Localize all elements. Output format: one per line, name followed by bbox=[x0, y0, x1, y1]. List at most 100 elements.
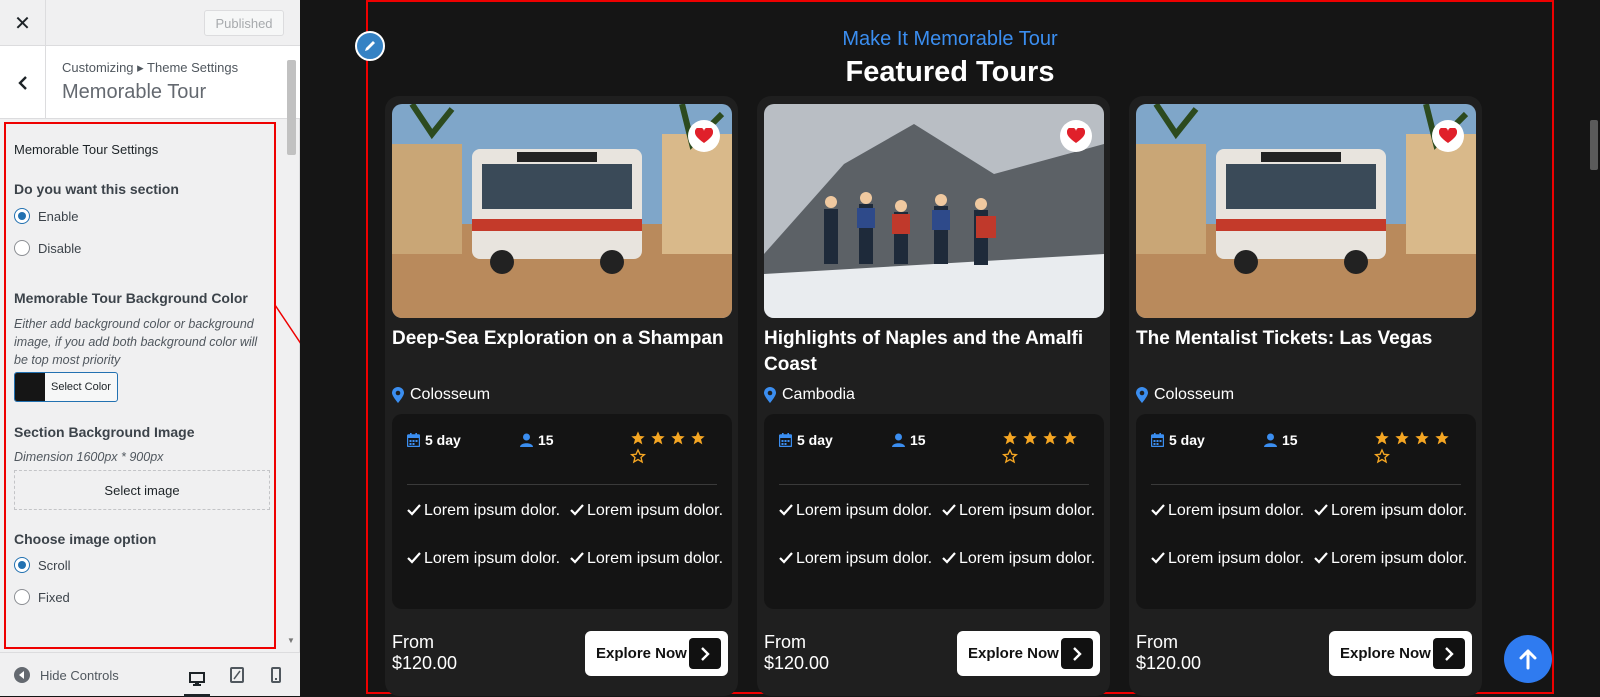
tour-card[interactable]: Highlights of Naples and the Amalfi Coas… bbox=[757, 96, 1110, 696]
enable-question: Do you want this section bbox=[14, 181, 179, 197]
radio-button[interactable] bbox=[14, 557, 30, 573]
tour-price: From $120.00 bbox=[764, 632, 829, 674]
duration: 5 day bbox=[779, 432, 833, 448]
price-label: From bbox=[392, 632, 434, 652]
preview-scrollbar[interactable] bbox=[1590, 120, 1598, 170]
bg-image-description: Dimension 1600px * 900px bbox=[14, 450, 164, 464]
radio-scroll[interactable]: Scroll bbox=[14, 557, 71, 573]
close-button[interactable]: ✕ bbox=[0, 0, 46, 46]
star-empty-icon bbox=[630, 448, 646, 464]
feature-text: Lorem ipsum dolor. bbox=[1168, 502, 1305, 519]
favorite-button[interactable] bbox=[688, 120, 720, 152]
bg-image-label: Section Background Image bbox=[14, 424, 195, 440]
publish-button[interactable]: Published bbox=[204, 10, 284, 36]
select-color-button[interactable]: Select Color bbox=[14, 372, 118, 402]
star-filled-icon bbox=[651, 431, 665, 445]
section-header: Customizing ▸ Theme Settings Memorable T… bbox=[0, 46, 300, 119]
location-text: Colosseum bbox=[1154, 386, 1235, 403]
explore-label: Explore Now bbox=[1340, 645, 1431, 662]
calendar-icon bbox=[1151, 433, 1164, 447]
feature-item: Lorem ipsum dolor. bbox=[1314, 502, 1474, 519]
hide-controls-button[interactable]: Hide Controls bbox=[14, 667, 119, 683]
device-desktop-button[interactable] bbox=[184, 663, 210, 697]
device-tablet-button[interactable] bbox=[224, 663, 250, 687]
check-icon bbox=[407, 552, 421, 564]
radio-label: Disable bbox=[38, 240, 82, 256]
duration-text: 5 day bbox=[1169, 432, 1205, 448]
star-filled-icon bbox=[1023, 431, 1037, 445]
location-pin-icon bbox=[1136, 387, 1148, 403]
radio-fixed[interactable]: Fixed bbox=[14, 589, 70, 605]
explore-label: Explore Now bbox=[968, 645, 1059, 662]
customizer-header: ✕ Published bbox=[0, 0, 300, 46]
explore-now-button[interactable]: Explore Now bbox=[585, 631, 728, 676]
feature-item: Lorem ipsum dolor. bbox=[779, 502, 939, 519]
tour-card[interactable]: Deep-Sea Exploration on a Shampan Coloss… bbox=[385, 96, 738, 696]
scroll-to-top-button[interactable] bbox=[1504, 635, 1552, 683]
desktop-icon bbox=[189, 671, 205, 686]
bus-street-image[interactable] bbox=[392, 104, 732, 318]
tour-title[interactable]: Highlights of Naples and the Amalfi Coas… bbox=[764, 326, 1104, 378]
feature-item: Lorem ipsum dolor. bbox=[942, 502, 1102, 519]
radio-button[interactable] bbox=[14, 240, 30, 256]
tour-title[interactable]: Deep-Sea Exploration on a Shampan bbox=[392, 326, 732, 352]
radio-button[interactable] bbox=[14, 208, 30, 224]
check-icon bbox=[942, 504, 956, 516]
radio-disable[interactable]: Disable bbox=[14, 240, 81, 256]
radio-enable[interactable]: Enable bbox=[14, 208, 78, 224]
check-icon bbox=[1151, 504, 1165, 516]
check-icon bbox=[1151, 552, 1165, 564]
divider bbox=[779, 484, 1089, 485]
duration-text: 5 day bbox=[797, 432, 833, 448]
mountain-climbers-image[interactable] bbox=[764, 104, 1104, 318]
breadcrumb: Customizing ▸ Theme Settings bbox=[62, 60, 239, 75]
feature-item: Lorem ipsum dolor. bbox=[1151, 502, 1311, 519]
feature-text: Lorem ipsum dolor. bbox=[1331, 550, 1468, 567]
tour-info-box: 5 day 15 Lorem ipsum dolor. Lorem ipsum d… bbox=[392, 414, 732, 609]
favorite-button[interactable] bbox=[1432, 120, 1464, 152]
image-option-label: Choose image option bbox=[14, 531, 157, 547]
radio-label: Scroll bbox=[38, 557, 71, 573]
group-size: 15 bbox=[1264, 432, 1298, 448]
feature-text: Lorem ipsum dolor. bbox=[424, 502, 561, 519]
people-count: 15 bbox=[910, 432, 926, 448]
calendar-icon bbox=[407, 433, 420, 447]
device-mobile-button[interactable] bbox=[263, 663, 289, 687]
duration: 5 day bbox=[1151, 432, 1205, 448]
feature-item: Lorem ipsum dolor. bbox=[1151, 550, 1311, 567]
favorite-button[interactable] bbox=[1060, 120, 1092, 152]
scroll-down-icon[interactable]: ▼ bbox=[287, 636, 295, 645]
tour-title[interactable]: The Mentalist Tickets: Las Vegas bbox=[1136, 326, 1476, 352]
radio-button[interactable] bbox=[14, 589, 30, 605]
location-text: Cambodia bbox=[782, 386, 855, 403]
tour-card[interactable]: The Mentalist Tickets: Las Vegas Colosse… bbox=[1129, 96, 1482, 696]
calendar-icon bbox=[779, 433, 792, 447]
controls-heading: Memorable Tour Settings bbox=[14, 142, 159, 157]
bus-street-image[interactable] bbox=[1136, 104, 1476, 318]
back-button[interactable] bbox=[0, 46, 46, 119]
explore-now-button[interactable]: Explore Now bbox=[1329, 631, 1472, 676]
location-text: Colosseum bbox=[410, 386, 491, 403]
explore-now-button[interactable]: Explore Now bbox=[957, 631, 1100, 676]
bg-color-label: Memorable Tour Background Color bbox=[14, 290, 248, 306]
star-filled-icon bbox=[1003, 431, 1017, 445]
feature-text: Lorem ipsum dolor. bbox=[959, 550, 1096, 567]
arrow-up-icon bbox=[1519, 649, 1537, 670]
check-icon bbox=[1314, 504, 1328, 516]
check-icon bbox=[779, 504, 793, 516]
chevron-right-icon bbox=[689, 638, 721, 669]
feature-text: Lorem ipsum dolor. bbox=[424, 550, 561, 567]
feature-text: Lorem ipsum dolor. bbox=[1168, 550, 1305, 567]
people-count: 15 bbox=[1282, 432, 1298, 448]
star-filled-icon bbox=[1395, 431, 1409, 445]
feature-item: Lorem ipsum dolor. bbox=[570, 550, 730, 567]
user-icon bbox=[520, 433, 533, 447]
chevron-right-icon bbox=[1061, 638, 1093, 669]
price-value: $120.00 bbox=[764, 653, 830, 673]
sidebar-scroll-thumb[interactable] bbox=[287, 60, 296, 155]
chevron-right-icon bbox=[1433, 638, 1465, 669]
section-title: Memorable Tour bbox=[62, 81, 207, 103]
feature-text: Lorem ipsum dolor. bbox=[959, 502, 1096, 519]
select-image-button[interactable]: Select image bbox=[14, 470, 270, 510]
color-swatch bbox=[15, 373, 45, 401]
